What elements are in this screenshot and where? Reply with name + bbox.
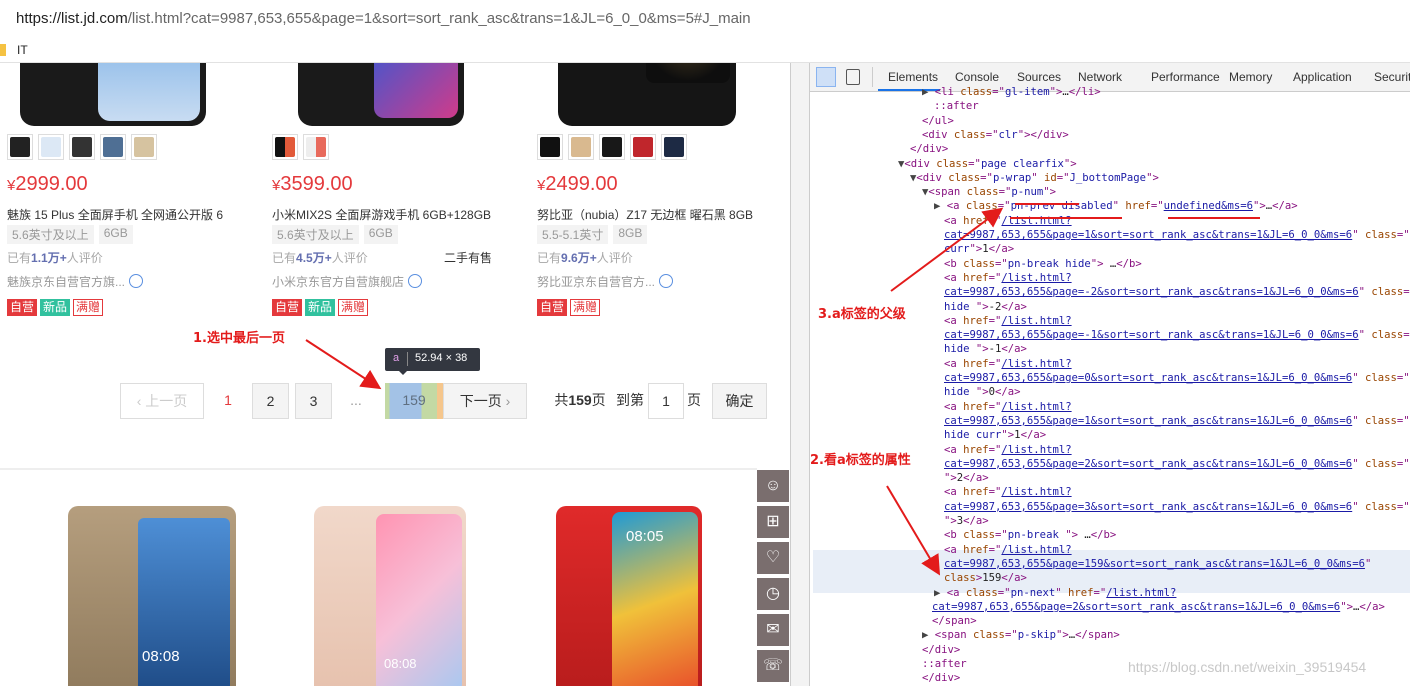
watermark: https://blog.csdn.net/weixin_39519454 [1128, 659, 1367, 675]
annotation-arrows [305, 207, 1004, 576]
arrow-to-last-page [305, 339, 382, 390]
arrow-to-parent [890, 207, 1004, 292]
arrow-to-attributes [886, 485, 941, 576]
